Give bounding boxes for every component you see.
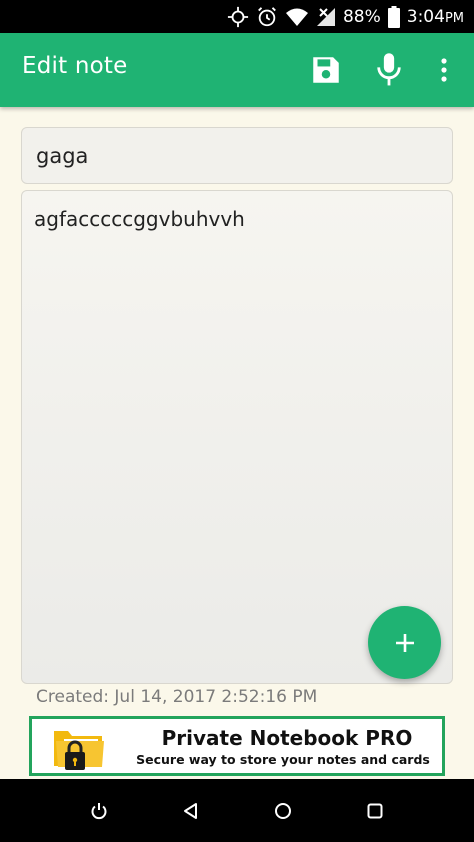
- recents-button[interactable]: [360, 796, 390, 826]
- ad-title: Private Notebook PRO: [161, 726, 413, 750]
- back-button[interactable]: [176, 796, 206, 826]
- plus-icon: [395, 633, 414, 652]
- app-bar: Edit note: [0, 33, 474, 107]
- power-icon: [91, 803, 107, 820]
- more-options-button[interactable]: [422, 47, 466, 93]
- add-button[interactable]: [368, 606, 441, 679]
- back-icon: [184, 803, 197, 819]
- clock: 3:04PM: [407, 7, 464, 27]
- folder-lock-icon: [54, 731, 104, 770]
- signal-icon: [316, 7, 336, 27]
- ad-subtitle: Secure way to store your notes and cards: [136, 752, 430, 767]
- home-button[interactable]: [268, 796, 298, 826]
- microphone-icon: [377, 53, 401, 86]
- ad-banner[interactable]: Private Notebook PRO Secure way to store…: [29, 716, 445, 776]
- power-button[interactable]: [84, 796, 114, 826]
- save-icon: [313, 57, 339, 83]
- recents-icon: [367, 803, 383, 819]
- clock-suffix: PM: [444, 10, 464, 26]
- page-title: Edit note: [22, 53, 128, 79]
- clock-time: 3:04: [406, 6, 445, 27]
- status-bar: 88% 3:04PM: [0, 0, 474, 33]
- home-icon: [275, 803, 291, 819]
- more-vert-icon: [441, 58, 447, 82]
- note-title-input[interactable]: gaga: [21, 127, 453, 184]
- created-timestamp: Created: Jul 14, 2017 2:52:16 PM: [36, 687, 318, 707]
- save-button[interactable]: [303, 47, 349, 93]
- wifi-icon: [285, 7, 309, 27]
- voice-input-button[interactable]: [366, 47, 412, 93]
- gps-icon: [227, 6, 249, 28]
- battery-icon: [387, 5, 400, 28]
- alarm-icon: [256, 6, 278, 28]
- navigation-bar: [0, 779, 474, 842]
- battery-percent: 88%: [342, 6, 381, 27]
